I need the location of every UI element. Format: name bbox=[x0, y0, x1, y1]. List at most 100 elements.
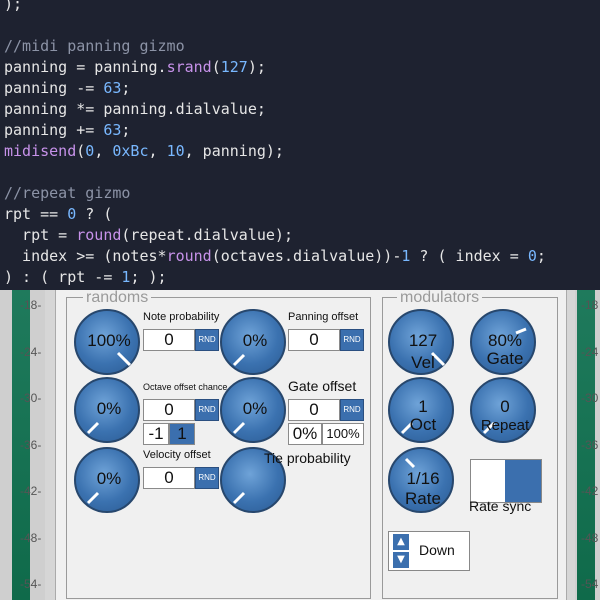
octave-offset-knob-value: 0% bbox=[96, 399, 122, 418]
note-probability-knob[interactable]: 100% bbox=[74, 309, 140, 375]
octave-knob-value: 1 bbox=[418, 397, 428, 416]
gate-knob-value: 80% bbox=[487, 331, 523, 350]
left-level-meter: -18- -24- -30- -36- -42- -48- -54- bbox=[0, 290, 45, 600]
code-token: index >= (notes* bbox=[4, 247, 167, 265]
gate-knob[interactable]: 80% Gate bbox=[470, 309, 536, 375]
code-line[interactable]: ); bbox=[4, 0, 22, 15]
velocity-offset-knob[interactable]: 0% bbox=[74, 447, 140, 513]
velocity-offset-rnd-button[interactable]: RND bbox=[195, 467, 219, 489]
octave-offset-rnd-button[interactable]: RND bbox=[195, 399, 219, 421]
code-token: (octaves.dialvalue))- bbox=[211, 247, 402, 265]
repeat-knob[interactable]: 0 Repeat bbox=[470, 377, 536, 443]
velocity-offset-knob-value: 0% bbox=[96, 469, 122, 488]
direction-value: Down bbox=[419, 542, 455, 558]
code-token: ( bbox=[211, 58, 221, 76]
octave-offset-knob[interactable]: 0% bbox=[74, 377, 140, 443]
code-line[interactable]: //repeat gizmo bbox=[4, 183, 130, 204]
octave-offset-field[interactable]: 0 bbox=[143, 399, 195, 421]
modulators-title: modulators bbox=[397, 290, 483, 307]
code-token: ); bbox=[247, 58, 266, 76]
meter-tick-label: -30 bbox=[581, 391, 599, 405]
repeat-knob-label: Repeat bbox=[480, 417, 530, 434]
meter-tick-label: -30- bbox=[20, 391, 42, 405]
script-editor[interactable]: ); //midi panning gizmo panning = panning.… bbox=[0, 0, 600, 290]
note-probability-rnd-button[interactable]: RND bbox=[195, 329, 219, 351]
gate-offset-rnd-button[interactable]: RND bbox=[340, 399, 364, 421]
code-token: ? ( bbox=[76, 205, 113, 223]
code-token: 127 bbox=[220, 58, 248, 76]
down-arrow-icon[interactable]: ▼ bbox=[393, 552, 409, 568]
meter-tick-label: -42 bbox=[581, 484, 599, 498]
gate-range-min[interactable]: 0% bbox=[288, 423, 322, 445]
panning-offset-rnd-button[interactable]: RND bbox=[340, 329, 364, 351]
octave-knob[interactable]: 1 Oct bbox=[388, 377, 454, 443]
gate-range-max[interactable]: 100% bbox=[322, 423, 364, 445]
direction-dropdown[interactable]: ▲ ▼ Down bbox=[388, 531, 470, 571]
code-line[interactable]: panning = panning.srand(127); bbox=[4, 57, 266, 78]
rate-sync-toggle[interactable] bbox=[470, 459, 542, 503]
meter-tick-label: -24 bbox=[581, 344, 599, 359]
repeat-knob-value: 0 bbox=[500, 397, 510, 416]
code-line[interactable]: //midi panning gizmo bbox=[4, 36, 185, 57]
velocity-knob-value: 127 bbox=[408, 331, 438, 350]
panning-offset-knob-value: 0% bbox=[242, 331, 268, 350]
code-token: //midi panning gizmo bbox=[4, 37, 185, 55]
panning-offset-label: Panning offset bbox=[288, 311, 359, 323]
code-token: midisend bbox=[4, 142, 77, 160]
code-token: ) : ( rpt -= bbox=[4, 268, 122, 286]
panning-offset-knob[interactable]: 0% bbox=[220, 309, 286, 375]
code-token: (repeat.dialvalue); bbox=[121, 226, 293, 244]
code-token: srand bbox=[166, 58, 212, 76]
code-line[interactable]: panning += 63; bbox=[4, 120, 130, 141]
rate-sync-label: Rate sync bbox=[469, 498, 532, 514]
code-token: rpt = bbox=[4, 226, 77, 244]
rate-knob-value: 1/16 bbox=[406, 469, 440, 488]
gate-offset-label: Gate offset bbox=[288, 378, 357, 394]
controls-panel: randoms modulators 100% Note probability… bbox=[55, 290, 567, 600]
panning-offset-field[interactable]: 0 bbox=[288, 329, 340, 351]
gate-offset-knob[interactable]: 0% bbox=[220, 377, 286, 443]
up-arrow-icon[interactable]: ▲ bbox=[393, 534, 409, 550]
rate-knob[interactable]: 1/16 Rate bbox=[388, 447, 454, 513]
code-line[interactable]: midisend(0, 0xBc, 10, panning); bbox=[4, 141, 284, 162]
code-token: //repeat gizmo bbox=[4, 184, 131, 202]
code-token: ; bbox=[121, 79, 131, 97]
code-token: ; bbox=[121, 121, 131, 139]
code-token: 63 bbox=[103, 121, 122, 139]
code-token: , bbox=[94, 142, 113, 160]
code-token: round bbox=[76, 226, 122, 244]
code-token: panning *= panning.dialvalue; bbox=[4, 100, 266, 118]
rate-knob-label: Rate bbox=[405, 489, 441, 508]
meter-tick-label: -36- bbox=[20, 437, 42, 452]
code-token: 0 bbox=[67, 205, 77, 223]
note-probability-field[interactable]: 0 bbox=[143, 329, 195, 351]
code-line[interactable]: panning *= panning.dialvalue; bbox=[4, 99, 266, 120]
code-line[interactable]: index >= (notes*round(octaves.dialvalue)… bbox=[4, 246, 546, 267]
code-line[interactable]: rpt == 0 ? ( bbox=[4, 204, 112, 225]
code-line[interactable]: panning -= 63; bbox=[4, 78, 130, 99]
code-token: 0 bbox=[527, 247, 537, 265]
meter-tick-label: -18 bbox=[581, 298, 599, 312]
octave-range-min[interactable]: -1 bbox=[143, 423, 169, 445]
right-level-meter: -18 -24 -30 -36 -42 -48 -54 bbox=[575, 290, 600, 600]
meter-tick-label: -24- bbox=[20, 344, 42, 359]
meter-tick-label: -48- bbox=[20, 530, 42, 545]
code-token: ); bbox=[4, 0, 23, 13]
octave-range-max[interactable]: 1 bbox=[169, 423, 195, 445]
code-line[interactable]: ) : ( rpt -= 1; ); bbox=[4, 267, 167, 288]
code-token: panning = panning. bbox=[4, 58, 167, 76]
code-token: ( bbox=[76, 142, 86, 160]
velocity-knob[interactable]: 127 Vel bbox=[388, 309, 454, 375]
gate-offset-knob-value: 0% bbox=[242, 399, 268, 418]
code-token: 10 bbox=[166, 142, 185, 160]
code-token: panning -= bbox=[4, 79, 104, 97]
gate-offset-field[interactable]: 0 bbox=[288, 399, 340, 421]
meter-tick-label: -54- bbox=[20, 577, 42, 591]
meter-tick-label: -42- bbox=[20, 484, 42, 498]
code-token: ? ( index = bbox=[410, 247, 528, 265]
meter-tick-label: -18- bbox=[20, 298, 42, 312]
code-token: 0xBc bbox=[112, 142, 149, 160]
velocity-offset-field[interactable]: 0 bbox=[143, 467, 195, 489]
note-probability-label: Note probability bbox=[143, 311, 220, 323]
code-line[interactable]: rpt = round(repeat.dialvalue); bbox=[4, 225, 293, 246]
